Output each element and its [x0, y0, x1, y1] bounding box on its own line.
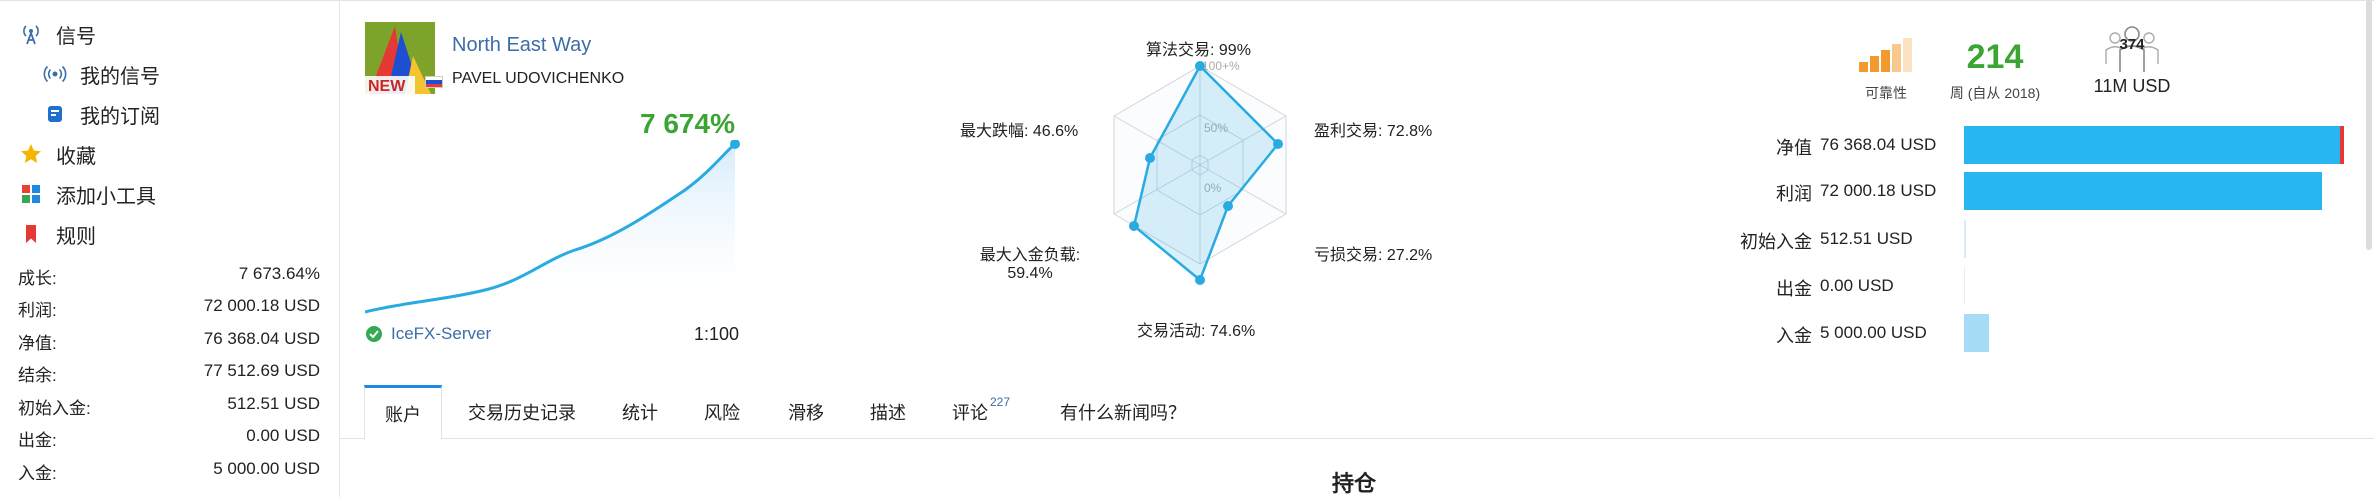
- server-name: IceFX-Server: [391, 324, 492, 343]
- radar-point-drawdown: [1145, 153, 1155, 163]
- radar-label-activity: 交易活动: 74.6%: [1137, 323, 1256, 340]
- radar-label-loss-trades: 亏损交易: 27.2%: [1314, 247, 1433, 264]
- growth-value: 7 674%: [640, 108, 735, 139]
- subscribers-count: 374: [2119, 36, 2145, 53]
- radar-label-drawdown: 最大跌幅: 46.6%: [960, 123, 1079, 140]
- signal-name-link[interactable]: North East Way: [452, 34, 591, 57]
- tab-description[interactable]: 描述: [870, 385, 906, 439]
- reviews-count-badge: 227: [990, 395, 1011, 409]
- tab-statistics[interactable]: 统计: [622, 385, 658, 439]
- nav-my-subscriptions-label: 我的订阅: [80, 105, 160, 128]
- nav-rules-label: 规则: [56, 225, 96, 248]
- radar-point-activity: [1195, 275, 1205, 285]
- radar-point-loss-trades: [1223, 201, 1233, 211]
- radar-point-deposit-load: [1129, 221, 1139, 231]
- reliability-bars-icon: [1859, 38, 1912, 72]
- radar-label-deposit-load: 最大入金负载: 59.4%: [979, 247, 1081, 282]
- radar-point-algo: [1195, 61, 1205, 71]
- nav-add-widgets-label: 添加小工具: [56, 185, 156, 208]
- subscribers-icon: 374: [2102, 24, 2162, 74]
- nav-add-widgets[interactable]: 添加小工具: [18, 177, 156, 211]
- stat-balance: 结余: 77 512.69 USD: [18, 361, 320, 385]
- radar-chart: 100+% 50% 0%: [1113, 59, 1287, 285]
- top-border: [0, 0, 2374, 4]
- nav-my-subscriptions[interactable]: 我的订阅: [42, 97, 160, 131]
- bar-value: 72 000.18 USD: [1820, 181, 1937, 200]
- bar-fill: [1964, 314, 1989, 352]
- bar-value: 512.51 USD: [1820, 229, 1913, 248]
- bar-fill: [1964, 267, 1965, 305]
- stat-profit: 利润: 72 000.18 USD: [18, 296, 320, 320]
- growth-sparkline: [365, 140, 740, 318]
- leverage-value: 1:100: [694, 324, 740, 344]
- reliability-badge[interactable]: 可靠性: [1836, 38, 1936, 103]
- tab-news[interactable]: 有什么新闻吗？: [1060, 385, 1186, 439]
- bar-value: 0.00 USD: [1820, 276, 1894, 295]
- tab-slippage[interactable]: 滑移: [788, 385, 824, 439]
- bar-label: 净值: [1776, 138, 1812, 158]
- subscription-icon: [42, 101, 68, 127]
- server-link[interactable]: IceFX-Server: [365, 324, 491, 344]
- bar-value: 5 000.00 USD: [1820, 323, 1927, 342]
- radar-label-profit-trades: 盈利交易: 72.8%: [1314, 123, 1433, 140]
- widgets-icon: [18, 181, 44, 207]
- nav-my-signals[interactable]: 我的信号: [42, 57, 160, 91]
- bar-fill: [1964, 126, 2344, 164]
- bar-fill: [1964, 220, 1966, 258]
- nav-my-signals-label: 我的信号: [80, 65, 160, 88]
- broadcast-icon: [42, 61, 68, 87]
- tab-risks[interactable]: 风险: [704, 385, 740, 439]
- bar-fill: [1964, 172, 2323, 210]
- funds-value: 11M USD: [2093, 76, 2171, 96]
- stat-equity: 净值: 76 368.04 USD: [18, 329, 320, 353]
- nav-favorites-label: 收藏: [56, 145, 96, 168]
- verified-check-icon: [365, 325, 383, 343]
- tab-reviews[interactable]: 评论 227: [952, 385, 1010, 439]
- bar-label: 出金: [1776, 279, 1812, 299]
- radar-label-algo: 算法交易: 99%: [1146, 42, 1251, 59]
- stat-withdrawals: 出金: 0.00 USD: [18, 426, 320, 450]
- radar-point-profit-trades: [1273, 139, 1283, 149]
- radar-ring-100: 100+%: [1202, 59, 1240, 73]
- tab-trade-history[interactable]: 交易历史记录: [468, 385, 576, 439]
- tab-account[interactable]: 账户: [364, 385, 442, 440]
- russia-flag-icon: [425, 76, 443, 88]
- star-icon: [18, 141, 44, 167]
- bar-marker: [2340, 126, 2344, 164]
- bar-label: 入金: [1776, 326, 1812, 346]
- stat-initial-deposit: 初始入金: 512.51 USD: [18, 394, 320, 418]
- tab-bar: 账户 交易历史记录 统计 风险 滑移 描述 评论 227 有什么新闻吗？: [340, 385, 2374, 440]
- sidebar: 信号 我的信号 我的订阅 收藏 添加小工具 规则 成长: 7 673.64% 利润…: [0, 0, 340, 497]
- nav-rules[interactable]: 规则: [18, 217, 96, 251]
- growth-area: [365, 144, 735, 318]
- scrollbar-thumb[interactable]: [2366, 0, 2372, 250]
- page-scrollbar[interactable]: [2364, 0, 2374, 250]
- signal-tower-icon: [18, 21, 44, 47]
- nav-signals-label: 信号: [56, 25, 96, 48]
- bookmark-icon: [18, 221, 44, 247]
- positions-heading: 持仓: [1332, 471, 1377, 496]
- logo-text: NEW: [368, 78, 406, 94]
- bar-label: 利润: [1776, 184, 1812, 204]
- nav-signals[interactable]: 信号: [18, 17, 96, 51]
- author-name[interactable]: PAVEL UDOVICHENKO: [452, 70, 624, 88]
- weeks-label: 周 (自从 2018): [1949, 85, 2041, 101]
- weeks-badge: 214 周 (自从 2018): [1940, 38, 2050, 103]
- reliability-label: 可靠性: [1865, 85, 1907, 101]
- weeks-count: 214: [1966, 38, 2024, 76]
- stat-growth: 成长: 7 673.64%: [18, 264, 320, 288]
- nav-favorites[interactable]: 收藏: [18, 137, 96, 171]
- subscribers-badge[interactable]: 374 11M USD: [2072, 24, 2192, 97]
- bar-value: 76 368.04 USD: [1820, 135, 1937, 154]
- bar-label: 初始入金: [1740, 232, 1812, 252]
- stat-deposits: 入金: 5 000.00 USD: [18, 459, 320, 483]
